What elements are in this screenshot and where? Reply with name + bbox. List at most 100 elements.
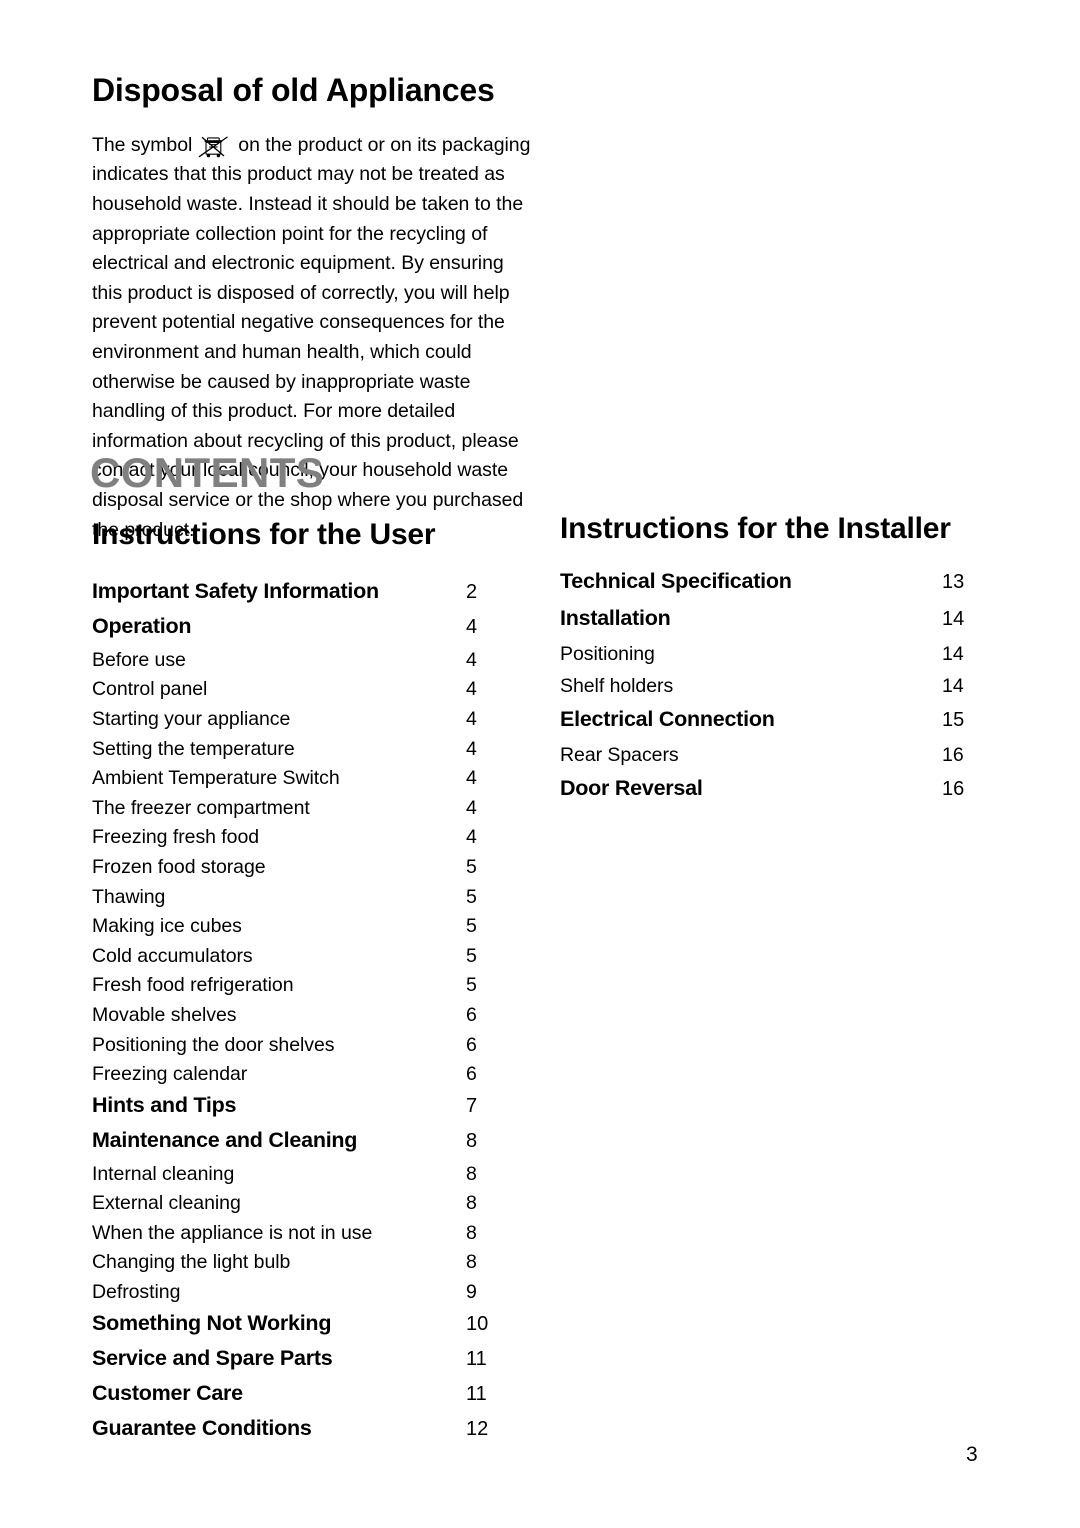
toc-entry-label: Ambient Temperature Switch — [92, 767, 340, 790]
toc-entry-page: 4 — [466, 737, 477, 760]
toc-entry-page: 6 — [466, 1063, 477, 1086]
toc-entry-label: Movable shelves — [92, 1003, 237, 1026]
toc-entry[interactable]: Hints and Tips 7 — [92, 1093, 512, 1128]
toc-entry-label: Control panel — [92, 678, 208, 701]
toc-entry-label: Fresh food refrigeration — [92, 974, 294, 997]
toc-entry-page: 14 — [942, 674, 964, 697]
toc-entry-label: Before use — [92, 648, 186, 671]
toc-entry[interactable]: Frozen food storage 5 — [92, 856, 512, 886]
toc-entry[interactable]: Freezing fresh food 4 — [92, 826, 512, 856]
toc-entry[interactable]: Maintenance and Cleaning 8 — [92, 1128, 512, 1163]
toc-entry-label: Freezing fresh food — [92, 826, 260, 849]
toc-entry-page: 11 — [466, 1347, 487, 1370]
toc-entry[interactable]: Rear Spacers 16 — [560, 744, 990, 776]
toc-list-user: Important Safety Information 2 Operation 4 B… — [92, 579, 512, 1451]
toc-entry-page: 9 — [466, 1281, 477, 1304]
toc-entry[interactable]: Important Safety Information 2 — [92, 579, 512, 614]
toc-entry-page: 12 — [466, 1417, 489, 1440]
toc-entry-label: Making ice cubes — [92, 915, 242, 938]
toc-entry-label: Door Reversal — [560, 775, 703, 800]
toc-entry[interactable]: Setting the temperature 4 — [92, 738, 512, 768]
toc-entry-page: 8 — [466, 1129, 478, 1152]
toc-entry[interactable]: Installation 14 — [560, 606, 990, 643]
toc-entry-label: Guarantee Conditions — [92, 1415, 312, 1440]
toc-entry-page: 4 — [466, 767, 477, 790]
toc-entry-page: 4 — [466, 648, 477, 671]
toc-entry[interactable]: When the appliance is not in use 8 — [92, 1222, 512, 1252]
toc-entry[interactable]: Making ice cubes 5 — [92, 915, 512, 945]
toc-entry-label: Maintenance and Cleaning — [92, 1127, 358, 1152]
column-heading-user: Instructions for the User — [92, 518, 436, 551]
toc-entry-label: Customer Care — [92, 1380, 243, 1405]
toc-entry[interactable]: Technical Specification 13 — [560, 569, 990, 606]
toc-entry-label: Positioning — [560, 642, 655, 665]
toc-entry[interactable]: Defrosting 9 — [92, 1281, 512, 1311]
toc-entry[interactable]: Control panel 4 — [92, 678, 512, 708]
toc-entry[interactable]: Cold accumulators 5 — [92, 945, 512, 975]
toc-entry[interactable]: Changing the light bulb 8 — [92, 1251, 512, 1281]
toc-entry[interactable]: Thawing 5 — [92, 886, 512, 916]
toc-entry[interactable]: Ambient Temperature Switch 4 — [92, 767, 512, 797]
toc-entry[interactable]: Freezing calendar 6 — [92, 1063, 512, 1093]
toc-entry-label: Positioning the door shelves — [92, 1033, 335, 1056]
document-page: Disposal of old Appliances The symbol on … — [0, 0, 1080, 1528]
toc-entry-label: Something Not Working — [92, 1310, 332, 1335]
toc-entry-page: 4 — [466, 615, 478, 638]
toc-entry-label: Electrical Connection — [560, 706, 775, 731]
toc-entry[interactable]: Positioning 14 — [560, 643, 990, 675]
toc-entry-page: 8 — [466, 1221, 477, 1244]
toc-entry-page: 4 — [466, 678, 477, 701]
toc-entry[interactable]: Operation 4 — [92, 614, 512, 649]
toc-entry-page: 16 — [942, 777, 965, 800]
toc-entry-label: Changing the light bulb — [92, 1251, 291, 1274]
toc-entry-page: 10 — [466, 1312, 489, 1335]
toc-entry[interactable]: Fresh food refrigeration 5 — [92, 974, 512, 1004]
toc-entry[interactable]: Movable shelves 6 — [92, 1004, 512, 1034]
toc-entry[interactable]: Internal cleaning 8 — [92, 1163, 512, 1193]
toc-entry[interactable]: Service and Spare Parts 11 — [92, 1346, 512, 1381]
toc-entry-label: Defrosting — [92, 1281, 181, 1304]
toc-entry-label: Hints and Tips — [92, 1092, 237, 1117]
toc-entry-label: Freezing calendar — [92, 1063, 248, 1086]
page-number: 3 — [966, 1443, 978, 1466]
toc-entry[interactable]: Something Not Working 10 — [92, 1311, 512, 1346]
toc-entry-page: 4 — [466, 707, 477, 730]
toc-entry-label: Thawing — [92, 885, 166, 908]
toc-entry[interactable]: Positioning the door shelves 6 — [92, 1034, 512, 1064]
contents-title: CONTENTS — [90, 449, 325, 496]
disposal-text-before-icon: The symbol — [92, 133, 193, 156]
toc-entry-label: When the appliance is not in use — [92, 1221, 373, 1244]
toc-entry-label: Installation — [560, 605, 671, 630]
toc-entry-page: 14 — [942, 607, 965, 630]
toc-entry-label: Cold accumulators — [92, 944, 253, 967]
toc-entry[interactable]: Electrical Connection 15 — [560, 707, 990, 744]
toc-entry-page: 2 — [466, 580, 478, 603]
toc-entry[interactable]: Door Reversal 16 — [560, 776, 990, 813]
toc-entry-page: 8 — [466, 1251, 477, 1274]
toc-entry-page: 6 — [466, 1033, 477, 1056]
toc-entry-page: 5 — [466, 974, 477, 997]
toc-entry-page: 14 — [942, 642, 964, 665]
contents-column-user: Instructions for the User Important Safe… — [92, 518, 512, 1451]
toc-entry[interactable]: Shelf holders 14 — [560, 675, 990, 707]
toc-entry-label: Shelf holders — [560, 674, 674, 697]
contents-column-installer: Instructions for the Installer Technical… — [560, 512, 990, 813]
toc-entry-label: Service and Spare Parts — [92, 1345, 333, 1370]
toc-entry[interactable]: Customer Care 11 — [92, 1381, 512, 1416]
toc-entry-page: 5 — [466, 944, 477, 967]
toc-entry-page: 7 — [466, 1094, 478, 1117]
toc-entry[interactable]: External cleaning 8 — [92, 1192, 512, 1222]
toc-entry-page: 5 — [466, 915, 477, 938]
toc-entry-label: Technical Specification — [560, 568, 792, 593]
toc-entry-page: 13 — [942, 570, 965, 593]
toc-entry-label: Frozen food storage — [92, 855, 266, 878]
toc-entry-label: The freezer compartment — [92, 796, 310, 819]
toc-entry-page: 6 — [466, 1003, 477, 1026]
toc-entry[interactable]: The freezer compartment 4 — [92, 797, 512, 827]
toc-entry[interactable]: Before use 4 — [92, 649, 512, 679]
disposal-heading: Disposal of old Appliances — [92, 72, 495, 108]
toc-entry-label: Setting the temperature — [92, 737, 295, 760]
toc-entry[interactable]: Guarantee Conditions 12 — [92, 1416, 512, 1451]
toc-entry[interactable]: Starting your appliance 4 — [92, 708, 512, 738]
toc-entry-page: 4 — [466, 826, 477, 849]
